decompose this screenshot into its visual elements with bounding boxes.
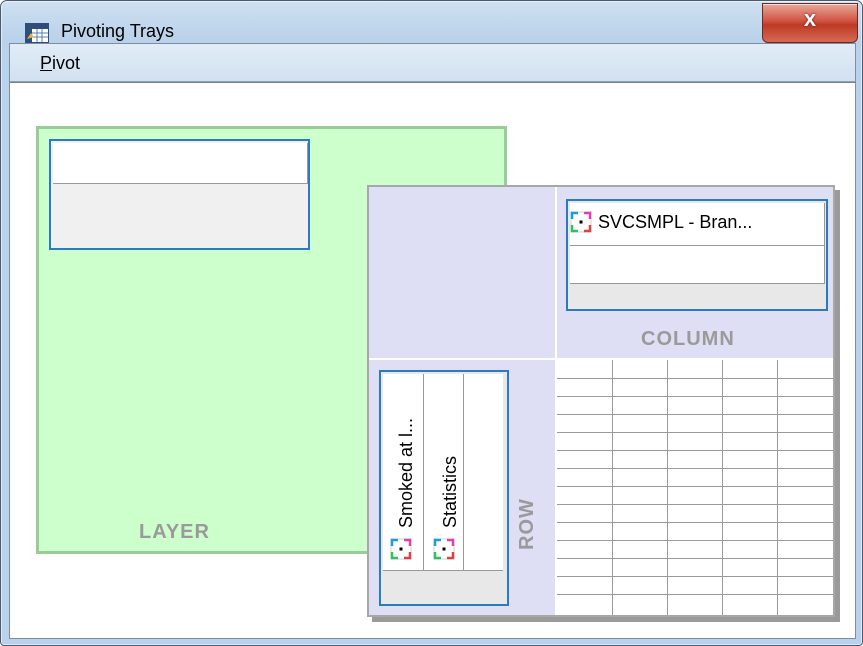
variable-icon xyxy=(390,538,412,560)
slot-separator xyxy=(570,245,824,246)
pivot-table-icon xyxy=(25,23,49,43)
data-cells-grid xyxy=(557,360,833,615)
menu-pivot-label: ivot xyxy=(52,53,81,73)
menu-bar xyxy=(10,44,855,82)
row-item-label[interactable]: Statistics xyxy=(440,456,461,528)
close-button[interactable]: x xyxy=(762,3,858,43)
row-item-label[interactable]: Smoked at l... xyxy=(396,418,417,528)
variable-icon xyxy=(433,538,455,560)
close-icon: x xyxy=(803,6,817,31)
window-title: Pivoting Trays xyxy=(61,21,175,41)
column-item-label: SVCSMPL - Bran... xyxy=(598,211,753,232)
slot-separator xyxy=(423,374,424,570)
layer-label: LAYER xyxy=(139,521,210,543)
title-bar[interactable]: Pivoting Trays x xyxy=(1,1,862,43)
layer-slot[interactable] xyxy=(53,143,308,184)
menu-pivot[interactable]: Pivot xyxy=(40,53,80,74)
column-tray[interactable]: SVCSMPL - Bran... xyxy=(566,199,828,311)
layer-drop-box[interactable] xyxy=(49,139,310,250)
variable-icon xyxy=(570,211,592,233)
slot-separator xyxy=(463,374,464,570)
menu-pivot-accelerator: P xyxy=(40,53,53,73)
row-label: ROW xyxy=(516,498,538,550)
column-item-svcsmpl[interactable]: SVCSMPL - Bran... xyxy=(570,209,752,235)
column-label: COLUMN xyxy=(641,328,735,350)
